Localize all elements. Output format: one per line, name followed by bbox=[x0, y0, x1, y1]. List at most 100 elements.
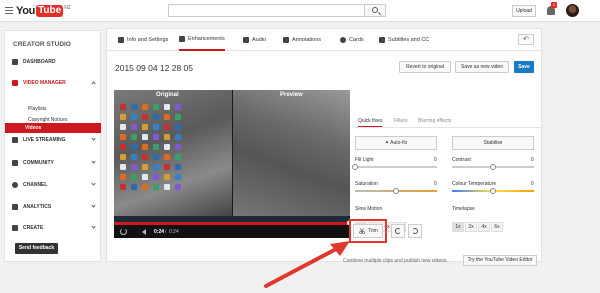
sidebar-item-label: CHANNEL bbox=[23, 181, 48, 188]
label-original: Original bbox=[156, 92, 179, 98]
desktop-icon bbox=[164, 104, 170, 110]
desktop-icon bbox=[164, 124, 170, 130]
timelapse-options: 1x 2x 4x 6x bbox=[452, 222, 504, 232]
desktop-icon bbox=[175, 154, 181, 160]
video-preview-frame bbox=[233, 90, 350, 216]
timelapse-option[interactable]: 1x bbox=[452, 222, 464, 232]
desktop-icon bbox=[120, 164, 126, 170]
saturation-slider[interactable] bbox=[355, 188, 437, 194]
timelapse-option[interactable]: 6x bbox=[491, 222, 503, 232]
upload-button[interactable]: Upload bbox=[512, 5, 536, 17]
desktop-icon bbox=[131, 144, 137, 150]
slider-knob[interactable] bbox=[490, 188, 496, 194]
desktop-icon bbox=[164, 184, 170, 190]
desktop-icon bbox=[142, 174, 148, 180]
desktop-icon bbox=[175, 124, 181, 130]
tab-subtitles[interactable]: Subtitles and CC bbox=[379, 29, 429, 51]
hamburger-menu-icon[interactable] bbox=[5, 7, 13, 14]
sidebar-item-channel[interactable]: CHANNEL bbox=[5, 179, 101, 190]
video-original-frame bbox=[114, 90, 232, 216]
tab-cards[interactable]: Cards bbox=[340, 29, 364, 51]
sidebar-item-label: DASHBOARD bbox=[23, 58, 56, 65]
tab-annotations[interactable]: Annotations bbox=[283, 29, 321, 51]
subtab-quick-fixes[interactable]: Quick fixes bbox=[358, 118, 383, 127]
search-icon bbox=[372, 7, 378, 13]
tab-audio[interactable]: Audio bbox=[243, 29, 266, 51]
rotate-left-icon bbox=[395, 228, 401, 234]
video-player[interactable]: Original Preview 0:24 / 0:24 bbox=[114, 90, 350, 238]
send-feedback-button[interactable]: Send feedback bbox=[15, 243, 58, 254]
fill-light-slider[interactable] bbox=[352, 164, 437, 170]
creator-studio-heading: CREATOR STUDIO bbox=[13, 41, 71, 48]
timelapse-option[interactable]: 4x bbox=[478, 222, 490, 232]
desktop-icon bbox=[142, 144, 148, 150]
subtab-blurring[interactable]: Blurring effects bbox=[418, 118, 451, 124]
music-note-icon bbox=[243, 37, 249, 43]
desktop-icon bbox=[142, 134, 148, 140]
cc-icon bbox=[379, 37, 385, 43]
desktop-icon bbox=[120, 144, 126, 150]
video-editor-button[interactable]: Try the YouTube Video Editor bbox=[463, 255, 537, 266]
sidebar-item-live-streaming[interactable]: LIVE STREAMING bbox=[5, 134, 101, 145]
desktop-icon bbox=[175, 104, 181, 110]
saturation-label: Saturation bbox=[355, 181, 378, 187]
chevron-down-icon bbox=[91, 203, 96, 208]
desktop-icon bbox=[175, 184, 181, 190]
avatar[interactable] bbox=[566, 4, 579, 17]
revert-to-original-button[interactable]: Revert to original bbox=[399, 61, 451, 73]
sidebar-item-dashboard[interactable]: DASHBOARD bbox=[5, 56, 101, 67]
subtab-filters[interactable]: Filters bbox=[394, 118, 408, 124]
sidebar-item-label: LIVE STREAMING bbox=[23, 136, 66, 143]
tab-enhancements[interactable]: Enhancements bbox=[179, 29, 225, 51]
desktop-icon bbox=[164, 174, 170, 180]
desktop-icon bbox=[153, 104, 159, 110]
search-input[interactable] bbox=[168, 4, 364, 17]
desktop-icon bbox=[153, 164, 159, 170]
back-button[interactable]: ↶ bbox=[518, 34, 534, 45]
stabilise-button[interactable]: Stabilise bbox=[452, 136, 534, 150]
contrast-slider[interactable] bbox=[452, 164, 534, 170]
slider-knob[interactable] bbox=[490, 164, 496, 170]
sidebar-subitem-copyright[interactable]: Copyright Notices bbox=[28, 117, 67, 123]
logo-tube: Tube bbox=[36, 5, 64, 17]
desktop-icon bbox=[175, 174, 181, 180]
volume-icon[interactable] bbox=[142, 229, 146, 235]
colour-temperature-value: 0 bbox=[531, 181, 534, 187]
colour-temperature-label: Colour Temperature bbox=[452, 181, 497, 187]
live-streaming-icon bbox=[12, 136, 18, 143]
tab-info-settings[interactable]: Info and Settings bbox=[118, 29, 168, 51]
colour-temperature-slider[interactable] bbox=[452, 188, 534, 194]
rotate-left-button[interactable] bbox=[391, 224, 405, 238]
save-button[interactable]: Save bbox=[514, 61, 534, 73]
timelapse-option[interactable]: 2x bbox=[465, 222, 477, 232]
slider-knob[interactable] bbox=[393, 188, 399, 194]
sidebar-item-analytics[interactable]: ANALYTICS bbox=[5, 201, 101, 212]
sidebar-item-create[interactable]: CREATE bbox=[5, 222, 101, 233]
youtube-logo[interactable]: You Tube NZ bbox=[16, 4, 71, 18]
dashboard-icon bbox=[12, 58, 18, 65]
desktop-icon bbox=[164, 164, 170, 170]
replay-icon[interactable] bbox=[120, 228, 127, 235]
rotate-right-button[interactable] bbox=[408, 224, 422, 238]
tab-label: Annotations bbox=[292, 37, 322, 43]
slider-knob[interactable] bbox=[352, 164, 358, 170]
sidebar-subitem-playlists[interactable]: Playlists bbox=[28, 106, 46, 112]
desktop-icon bbox=[131, 184, 137, 190]
speech-bubble-icon bbox=[283, 37, 289, 43]
logo-you: You bbox=[16, 5, 36, 17]
desktop-icon bbox=[153, 134, 159, 140]
contrast-label: Contrast bbox=[452, 157, 471, 163]
sidebar-item-video-manager[interactable]: VIDEO MANAGER bbox=[5, 77, 101, 88]
search-button[interactable] bbox=[364, 4, 386, 17]
sidebar-item-community[interactable]: COMMUNITY bbox=[5, 157, 101, 168]
time-total: 0:24 bbox=[169, 229, 179, 235]
auto-fix-button[interactable]: ✦ Auto-fix bbox=[355, 136, 437, 150]
stabilise-label: Stabilise bbox=[483, 140, 503, 146]
desktop-icon bbox=[164, 134, 170, 140]
divider bbox=[355, 127, 541, 128]
pencil-icon bbox=[118, 37, 124, 43]
community-icon bbox=[12, 159, 18, 166]
sidebar-subitem-videos[interactable]: Videos bbox=[5, 123, 101, 133]
desktop-icon bbox=[131, 164, 137, 170]
save-as-new-video-button[interactable]: Save as new video bbox=[455, 61, 509, 73]
